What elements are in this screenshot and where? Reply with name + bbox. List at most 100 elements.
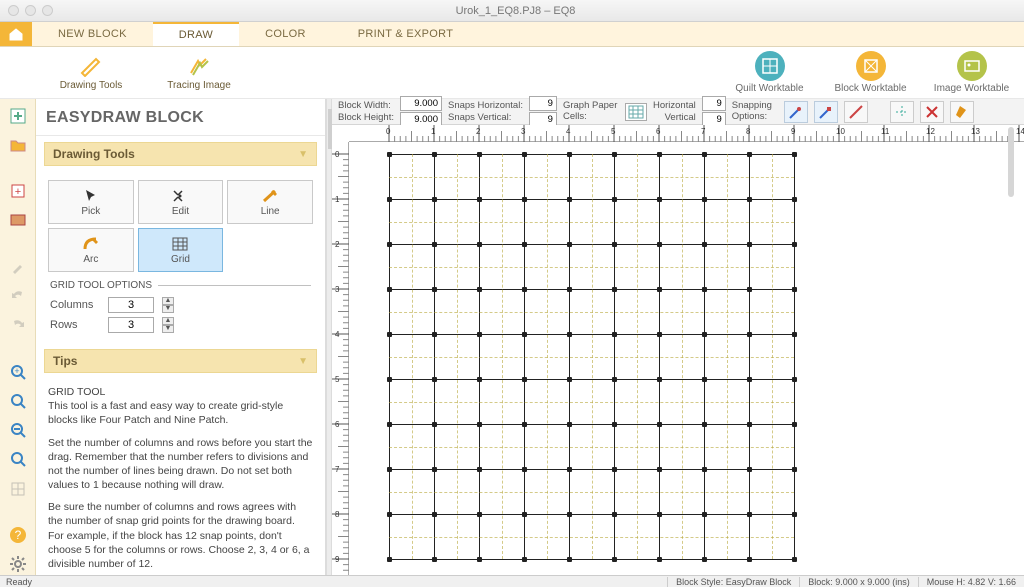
block-grid bbox=[389, 154, 794, 559]
undo-icon[interactable] bbox=[7, 286, 29, 307]
ribbon-tracing-image[interactable]: Tracing Image bbox=[154, 54, 244, 91]
snap-to-line-icon[interactable] bbox=[844, 101, 868, 123]
minimize-icon[interactable] bbox=[25, 5, 36, 16]
status-mouse: Mouse H: 4.82 V: 1.66 bbox=[918, 577, 1024, 587]
svg-text:1: 1 bbox=[335, 195, 340, 204]
grid-toggle-icon[interactable] bbox=[7, 478, 29, 499]
window-title: Urok_1_EQ8.PJ8 – EQ8 bbox=[65, 5, 966, 17]
block-worktable[interactable]: Block Worktable bbox=[828, 49, 913, 96]
graph-paper-button[interactable] bbox=[625, 103, 647, 121]
center-marks-icon[interactable] bbox=[890, 101, 914, 123]
zoom-fit-icon[interactable] bbox=[7, 391, 29, 412]
columns-row: Columns ▲▼ bbox=[48, 295, 313, 315]
quilt-icon bbox=[761, 57, 779, 75]
tips-body: GRID TOOL This tool is a fast and easy w… bbox=[44, 381, 317, 575]
svg-text:3: 3 bbox=[521, 127, 526, 136]
tab-print-export[interactable]: PRINT & EXPORT bbox=[332, 22, 479, 46]
chevron-down-icon: ▼ bbox=[298, 149, 308, 160]
scrollbar-vertical[interactable] bbox=[1008, 127, 1014, 197]
library-icon[interactable] bbox=[7, 210, 29, 231]
tips-p1: This tool is a fast and easy way to crea… bbox=[48, 399, 313, 427]
graph-paper-label: Graph Paper Cells: bbox=[563, 101, 619, 122]
svg-text:14: 14 bbox=[1016, 127, 1024, 136]
snap-to-node-icon[interactable] bbox=[814, 101, 838, 123]
svg-text:0: 0 bbox=[386, 127, 391, 136]
quilt-worktable-label: Quilt Worktable bbox=[735, 83, 803, 94]
block-width-label: Block Width: bbox=[338, 100, 391, 111]
tab-home[interactable] bbox=[0, 22, 32, 46]
chevron-down-icon: ▼ bbox=[298, 356, 308, 367]
graph-h-input[interactable] bbox=[702, 96, 726, 111]
home-icon bbox=[8, 27, 24, 41]
status-block-style: Block Style: EasyDraw Block bbox=[667, 577, 799, 587]
ribbon-tracing-image-label: Tracing Image bbox=[167, 80, 231, 91]
new-icon[interactable] bbox=[7, 105, 29, 126]
zoom-out-icon[interactable] bbox=[7, 420, 29, 441]
tab-new-block[interactable]: NEW BLOCK bbox=[32, 22, 153, 46]
tool-edit[interactable]: Edit bbox=[138, 180, 224, 224]
snaps-h-input[interactable] bbox=[529, 96, 557, 111]
ribbon-drawing-tools-label: Drawing Tools bbox=[60, 80, 123, 91]
block-properties-bar: Block Width: Block Height: Snaps Horizon… bbox=[332, 99, 1024, 125]
snaps-v-label: Snaps Vertical: bbox=[448, 112, 511, 123]
ruler-horizontal: 01234567891011121314 bbox=[349, 125, 1024, 142]
columns-input[interactable] bbox=[108, 297, 154, 313]
block-worktable-label: Block Worktable bbox=[834, 83, 906, 94]
settings-icon[interactable] bbox=[7, 554, 29, 575]
graph-v-label: Vertical bbox=[653, 112, 696, 123]
svg-text:9: 9 bbox=[791, 127, 796, 136]
tool-pick[interactable]: Pick bbox=[48, 180, 134, 224]
tab-strip: NEW BLOCK DRAW COLOR PRINT & EXPORT bbox=[0, 22, 1024, 47]
block-height-label: Block Height: bbox=[338, 112, 394, 123]
drawing-tools-body: Pick Edit Line Arc Grid GRID TOOL OPTION… bbox=[44, 174, 317, 341]
block-icon bbox=[862, 57, 880, 75]
rows-input[interactable] bbox=[108, 317, 154, 333]
image-icon bbox=[963, 57, 981, 75]
svg-text:4: 4 bbox=[566, 127, 571, 136]
image-worktable-label: Image Worktable bbox=[934, 83, 1009, 94]
eyedropper-icon[interactable] bbox=[7, 257, 29, 278]
drawing-tools-header[interactable]: Drawing Tools ▼ bbox=[44, 142, 317, 166]
svg-text:5: 5 bbox=[611, 127, 616, 136]
open-icon[interactable] bbox=[7, 134, 29, 155]
window-controls[interactable] bbox=[8, 5, 53, 16]
close-icon[interactable] bbox=[8, 5, 19, 16]
tab-color[interactable]: COLOR bbox=[239, 22, 332, 46]
columns-stepper[interactable]: ▲▼ bbox=[162, 297, 174, 313]
ribbon-drawing-tools[interactable]: Drawing Tools bbox=[46, 54, 136, 91]
image-worktable[interactable]: Image Worktable bbox=[929, 49, 1014, 96]
zoom-in-icon[interactable]: + bbox=[7, 362, 29, 383]
status-ready: Ready bbox=[0, 577, 32, 587]
tracing-icon bbox=[185, 54, 213, 78]
quilt-worktable[interactable]: Quilt Worktable bbox=[727, 49, 812, 96]
tool-arc[interactable]: Arc bbox=[48, 228, 134, 272]
svg-text:3: 3 bbox=[335, 285, 340, 294]
rows-stepper[interactable]: ▲▼ bbox=[162, 317, 174, 333]
zoom-actual-icon[interactable] bbox=[7, 449, 29, 470]
svg-text:6: 6 bbox=[656, 127, 661, 136]
svg-text:8: 8 bbox=[746, 127, 751, 136]
clear-icon[interactable] bbox=[950, 101, 974, 123]
block-width-input[interactable] bbox=[400, 96, 442, 111]
zoom-icon[interactable] bbox=[42, 5, 53, 16]
snap-to-grid-icon[interactable] bbox=[784, 101, 808, 123]
snaps-h-label: Snaps Horizontal: bbox=[448, 100, 523, 111]
tab-draw[interactable]: DRAW bbox=[153, 22, 239, 46]
svg-text:8: 8 bbox=[335, 510, 340, 519]
tips-header[interactable]: Tips ▼ bbox=[44, 349, 317, 373]
pencil-icon bbox=[77, 54, 105, 78]
add-block-icon[interactable]: + bbox=[7, 181, 29, 202]
svg-text:12: 12 bbox=[926, 127, 935, 136]
tool-grid[interactable]: Grid bbox=[138, 228, 224, 272]
help-icon[interactable]: ? bbox=[7, 525, 29, 546]
vertical-toolbar: + + ? bbox=[0, 99, 36, 575]
tool-line[interactable]: Line bbox=[227, 180, 313, 224]
tips-p2: Set the number of columns and rows befor… bbox=[48, 436, 313, 493]
graph-h-label: Horizontal bbox=[653, 100, 696, 111]
redo-icon[interactable] bbox=[7, 315, 29, 336]
delete-icon[interactable] bbox=[920, 101, 944, 123]
status-bar: Ready Block Style: EasyDraw Block Block:… bbox=[0, 575, 1024, 587]
ruler-vertical: 0123456789 bbox=[332, 142, 349, 575]
tips-p3: Be sure the number of columns and rows a… bbox=[48, 500, 313, 571]
drawing-canvas[interactable] bbox=[349, 142, 1024, 575]
